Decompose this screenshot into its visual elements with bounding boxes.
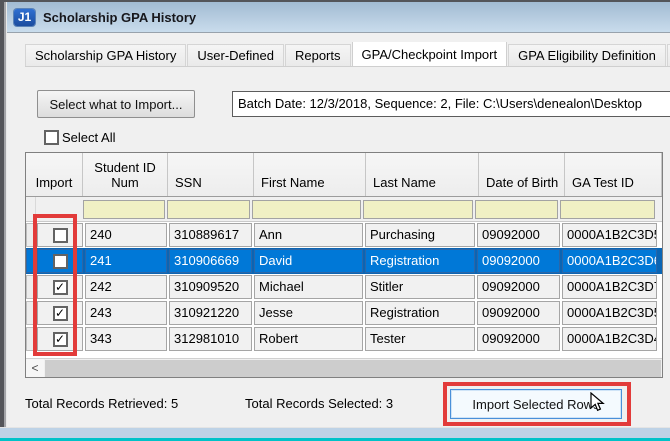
tab-user-defined[interactable]: User-Defined (187, 44, 284, 66)
window-left-edge (0, 0, 7, 441)
tab-gpa-eligibility-definition[interactable]: GPA Eligibility Definition (508, 44, 666, 66)
cell-date-of-birth: 09092000 (477, 223, 560, 247)
column-header-ssn[interactable]: SSN (168, 153, 254, 196)
cell-first-name: Robert (254, 327, 363, 351)
select-all-checkbox[interactable]: Select All (44, 130, 115, 145)
batch-info-field: Batch Date: 12/3/2018, Sequence: 2, File… (232, 91, 670, 117)
total-records-selected-label: Total Records Selected: 3 (245, 396, 393, 411)
horizontal-scrollbar[interactable]: < (26, 358, 662, 377)
mouse-cursor-icon (589, 392, 607, 412)
column-header-import[interactable]: Import (26, 153, 83, 196)
cell-student-id-num: 241 (85, 249, 167, 273)
cell-student-id-num: 242 (85, 275, 167, 299)
tab-gpa-checkpoint-import[interactable]: GPA/Checkpoint Import (352, 42, 508, 67)
cell-date-of-birth: 09092000 (477, 249, 560, 273)
import-grid: Import Student ID Num SSN First Name Las… (25, 152, 663, 378)
select-all-checkbox-icon[interactable] (44, 130, 59, 145)
tab-scholarship-gpa-history[interactable]: Scholarship GPA History (25, 44, 186, 66)
cell-last-name: Registration (365, 249, 475, 273)
filter-row (26, 197, 662, 222)
titlebar[interactable]: J1 Scholarship GPA History (2, 2, 670, 33)
table-header: Import Student ID Num SSN First Name Las… (26, 153, 662, 197)
j1-app-icon: J1 (14, 9, 35, 26)
cell-student-id-num: 240 (85, 223, 167, 247)
window-title: Scholarship GPA History (43, 10, 196, 25)
filter-date-of-birth-input[interactable] (475, 200, 558, 219)
cell-ssn: 310921220 (169, 301, 252, 325)
cell-last-name: Purchasing (365, 223, 475, 247)
cell-ssn: 312981010 (169, 327, 252, 351)
cell-ssn: 310909520 (169, 275, 252, 299)
table-row[interactable]: ✓ 343 312981010 Robert Tester 09092000 0… (26, 326, 662, 352)
cell-first-name: Ann (254, 223, 363, 247)
column-header-student-id-num[interactable]: Student ID Num (83, 153, 168, 196)
filter-ga-test-id-input[interactable] (560, 200, 655, 219)
cell-student-id-num: 243 (85, 301, 167, 325)
cell-student-id-num: 343 (85, 327, 167, 351)
cell-first-name: David (254, 249, 363, 273)
cell-last-name: Tester (365, 327, 475, 351)
cell-ssn: 310906669 (169, 249, 252, 273)
scroll-left-arrow-icon[interactable]: < (26, 359, 44, 377)
cell-ga-test-id: 0000A1B2C3D6 (562, 249, 657, 273)
filter-student-id-input[interactable] (83, 200, 165, 219)
cell-ga-test-id: 0000A1B2C3D5 (562, 223, 657, 247)
tab-strip: Scholarship GPA History User-Defined Rep… (25, 42, 670, 67)
table-row[interactable]: ✓ 243 310921220 Jesse Registration 09092… (26, 300, 662, 326)
select-what-to-import-button[interactable]: Select what to Import... (37, 90, 195, 118)
cell-ssn: 310889617 (169, 223, 252, 247)
screen: J1 Scholarship GPA History Scholarship G… (0, 0, 670, 441)
tab-reports[interactable]: Reports (285, 44, 351, 66)
cell-date-of-birth: 09092000 (477, 301, 560, 325)
table-row[interactable]: ✓ 242 310909520 Michael Stitler 09092000… (26, 274, 662, 300)
window-top-edge (0, 0, 670, 2)
cell-first-name: Jesse (254, 301, 363, 325)
column-header-last-name[interactable]: Last Name (366, 153, 479, 196)
filter-first-name-input[interactable] (252, 200, 361, 219)
scrollbar-track[interactable] (45, 360, 661, 377)
cell-last-name: Stitler (365, 275, 475, 299)
cell-ga-test-id: 0000A1B2C3D5 (562, 301, 657, 325)
cell-ga-test-id: 0000A1B2C3D4 (562, 327, 657, 351)
table-row[interactable]: 240 310889617 Ann Purchasing 09092000 00… (26, 222, 662, 248)
cell-first-name: Michael (254, 275, 363, 299)
select-all-label: Select All (62, 130, 115, 145)
cell-date-of-birth: 09092000 (477, 327, 560, 351)
filter-last-name-input[interactable] (363, 200, 473, 219)
column-header-date-of-birth[interactable]: Date of Birth (479, 153, 565, 196)
cell-last-name: Registration (365, 301, 475, 325)
window-bottom-frame (0, 427, 670, 438)
column-header-ga-test-id[interactable]: GA Test ID (565, 153, 662, 196)
annotation-checkbox-column-highlight (33, 214, 77, 356)
table-row-selected[interactable]: 241 310906669 David Registration 0909200… (26, 248, 662, 274)
total-records-retrieved-label: Total Records Retrieved: 5 (25, 396, 178, 411)
column-header-first-name[interactable]: First Name (254, 153, 366, 196)
cell-ga-test-id: 0000A1B2C3D7 (562, 275, 657, 299)
cell-date-of-birth: 09092000 (477, 275, 560, 299)
filter-ssn-input[interactable] (167, 200, 250, 219)
